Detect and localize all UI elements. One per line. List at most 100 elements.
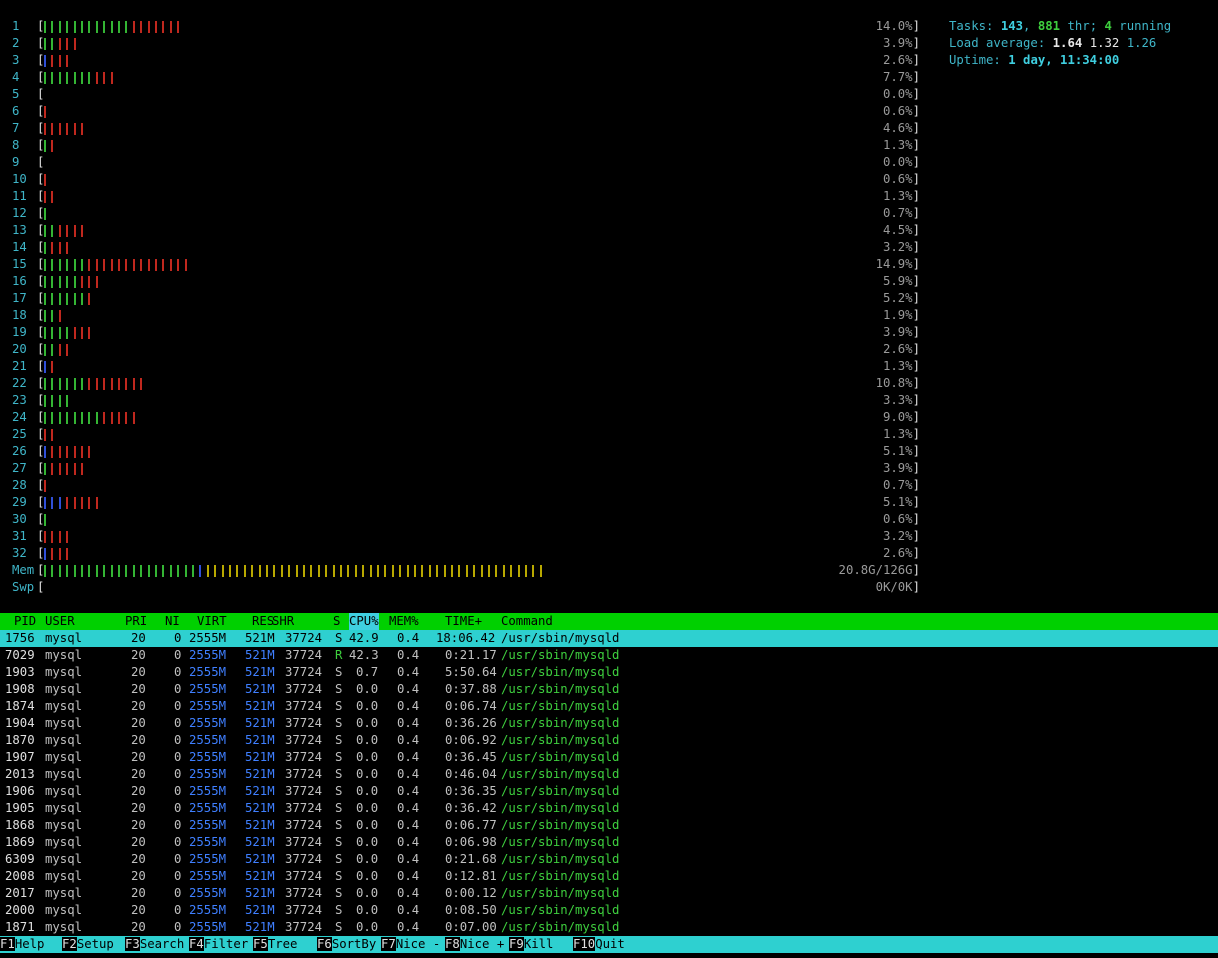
cpu-bar-tick — [44, 242, 46, 254]
process-pid: 7029 — [5, 648, 35, 662]
process-row[interactable]: 1756 mysql 20 0 2555M 521M 37724 S 42.9 0.4 18:06.… — [0, 630, 1218, 647]
fkey-filter[interactable]: F4Filter — [189, 936, 248, 953]
column-header-command[interactable]: Command — [501, 613, 553, 630]
process-row[interactable]: 1908 mysql 20 0 2555M 521M 37724 S 0.0 0.4 0:37.88… — [0, 681, 1218, 698]
cpu-bar-tick — [66, 497, 69, 509]
fkey-label: Quit — [595, 937, 640, 951]
column-header-virt[interactable]: VIRT — [197, 613, 227, 630]
process-cpu-percent: 0.0 — [356, 852, 379, 866]
process-res: 521M — [245, 801, 275, 815]
process-virt: 2555M — [189, 665, 227, 679]
column-header-pid[interactable]: PID — [14, 613, 36, 630]
cpu-id: 3 — [12, 53, 20, 67]
process-res: 521M — [245, 699, 275, 713]
cpu-bar-tick — [140, 21, 143, 33]
process-row[interactable]: 2013 mysql 20 0 2555M 521M 37724 S 0.0 0.4 0:46.04… — [0, 766, 1218, 783]
process-row[interactable]: 1907 mysql 20 0 2555M 521M 37724 S 0.0 0.4 0:36.45… — [0, 749, 1218, 766]
process-row[interactable]: 1905 mysql 20 0 2555M 521M 37724 S 0.0 0.4 0:36.42… — [0, 800, 1218, 817]
cpu-bar-tick — [169, 21, 172, 33]
mem-bar-tick — [347, 565, 350, 577]
fkey-tree[interactable]: F5Tree — [253, 936, 312, 953]
cpu-bar-tick — [103, 412, 106, 424]
fkey-quit[interactable]: F10Quit — [573, 936, 640, 953]
process-row[interactable]: 7029 mysql 20 0 2555M 521M 37724 R 42.3 0.4 0:21.1… — [0, 647, 1218, 664]
process-res: 521M — [245, 920, 275, 934]
process-row[interactable]: 1870 mysql 20 0 2555M 521M 37724 S 0.0 0.4 0:06.92… — [0, 732, 1218, 749]
process-user: mysql — [45, 699, 83, 713]
mem-bar-tick — [118, 565, 120, 577]
process-row[interactable]: 1906 mysql 20 0 2555M 521M 37724 S 0.0 0.4 0:36.35… — [0, 783, 1218, 800]
cpu-bar-tick — [125, 21, 128, 33]
meter-bracket-close: ] — [912, 223, 920, 237]
cpu-bar-tick — [44, 55, 46, 67]
cpu-bar-tick — [44, 378, 46, 390]
column-header-mem-percent[interactable]: MEM% — [389, 613, 419, 630]
cpu-bar-tick — [51, 531, 54, 543]
process-time: 0:21.17 — [445, 648, 497, 662]
column-header-user[interactable]: USER — [45, 613, 75, 630]
meter-bracket-close: ] — [912, 87, 920, 101]
process-row[interactable]: 2000 mysql 20 0 2555M 521M 37724 S 0.0 0.4 0:08.50… — [0, 902, 1218, 919]
cpu-meter-row: 3[2.6%] — [0, 52, 925, 69]
column-header-priority[interactable]: PRI — [125, 613, 147, 630]
column-header-cpu-percent[interactable]: CPU% — [349, 613, 379, 630]
process-command: /usr/sbin/mysqld — [501, 750, 620, 764]
cpu-bar-tick — [66, 38, 69, 50]
process-mem-percent: 0.4 — [397, 920, 420, 934]
cpu-bar-tick — [58, 72, 61, 84]
meter-bracket-close: ] — [912, 325, 920, 339]
process-row[interactable]: 6309 mysql 20 0 2555M 521M 37724 S 0.0 0.4 0:21.68… — [0, 851, 1218, 868]
fkey-sortby[interactable]: F6SortBy — [317, 936, 376, 953]
cpu-bar-tick — [118, 21, 120, 33]
column-header-res[interactable]: RES — [252, 613, 274, 630]
cpu-percent: 0.7%] — [883, 205, 920, 222]
process-time: 0:36.42 — [445, 801, 497, 815]
fkey-number: F9 — [509, 937, 524, 951]
fkey-help[interactable]: F1Help — [0, 936, 59, 953]
process-time: 0:36.26 — [445, 716, 497, 730]
process-priority: 20 — [131, 920, 146, 934]
process-table-header[interactable]: PID USER PRI NI VIRT RES SHR S CPU% MEM% TIME+ Comm… — [0, 613, 1218, 630]
cpu-percent: 5.9%] — [883, 273, 920, 290]
process-command: /usr/sbin/mysqld — [501, 648, 620, 662]
fkey-nice[interactable]: F7Nice - — [381, 936, 440, 953]
cpu-percent: 5.1%] — [883, 443, 920, 460]
process-row[interactable]: 1871 mysql 20 0 2555M 521M 37724 S 0.0 0.4 0:07.00… — [0, 919, 1218, 936]
cpu-bar-tick — [58, 55, 61, 67]
cpu-bar-tick — [58, 327, 61, 339]
process-pid: 2013 — [5, 767, 35, 781]
cpu-id: 20 — [12, 342, 27, 356]
cpu-bar-tick — [81, 276, 83, 288]
process-mem-percent: 0.4 — [397, 801, 420, 815]
column-header-nice[interactable]: NI — [165, 613, 180, 630]
fkey-search[interactable]: F3Search — [125, 936, 184, 953]
cpu-bar-tick — [66, 327, 69, 339]
process-mem-percent: 0.4 — [397, 767, 420, 781]
process-row[interactable]: 2008 mysql 20 0 2555M 521M 37724 S 0.0 0.4 0:12.81… — [0, 868, 1218, 885]
column-header-time[interactable]: TIME+ — [445, 613, 482, 630]
process-priority: 20 — [131, 631, 146, 645]
process-nice: 0 — [174, 818, 182, 832]
fkey-kill[interactable]: F9Kill — [509, 936, 568, 953]
cpu-id: 12 — [12, 206, 27, 220]
cpu-id: 16 — [12, 274, 27, 288]
fkey-nice[interactable]: F8Nice + — [445, 936, 504, 953]
process-priority: 20 — [131, 903, 146, 917]
process-row[interactable]: 1868 mysql 20 0 2555M 521M 37724 S 0.0 0.4 0:06.77… — [0, 817, 1218, 834]
cpu-percent-value: 0.6% — [882, 172, 913, 186]
cpu-bar-tick — [95, 412, 98, 424]
column-header-shr[interactable]: SHR — [272, 613, 294, 630]
process-row[interactable]: 1869 mysql 20 0 2555M 521M 37724 S 0.0 0.4 0:06.98… — [0, 834, 1218, 851]
process-row[interactable]: 2017 mysql 20 0 2555M 521M 37724 S 0.0 0.4 0:00.12… — [0, 885, 1218, 902]
mem-bar-tick — [258, 565, 261, 577]
process-row[interactable]: 1874 mysql 20 0 2555M 521M 37724 S 0.0 0.4 0:06.74… — [0, 698, 1218, 715]
column-header-state[interactable]: S — [333, 613, 340, 630]
mem-bar-tick — [88, 565, 91, 577]
fkey-setup[interactable]: F2Setup — [62, 936, 121, 953]
process-time: 0:12.81 — [445, 869, 497, 883]
cpu-bar-tick — [125, 412, 128, 424]
process-priority: 20 — [131, 682, 146, 696]
process-nice: 0 — [174, 716, 182, 730]
process-row[interactable]: 1904 mysql 20 0 2555M 521M 37724 S 0.0 0.4 0:36.26… — [0, 715, 1218, 732]
process-row[interactable]: 1903 mysql 20 0 2555M 521M 37724 S 0.7 0.4 5:50.64… — [0, 664, 1218, 681]
